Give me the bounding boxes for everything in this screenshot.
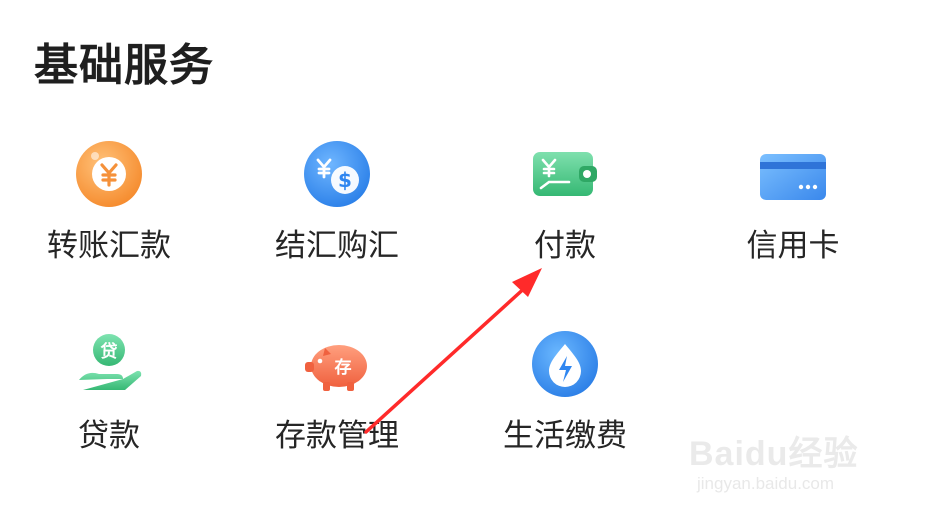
- service-label: 付款: [534, 228, 596, 264]
- service-utilities[interactable]: 生活缴费: [460, 328, 670, 458]
- service-label: 信用卡: [746, 228, 840, 264]
- service-label: 结汇购汇: [275, 228, 399, 264]
- wallet-payment-icon: [533, 152, 597, 196]
- yuan-coin-icon: [76, 141, 142, 207]
- loan-hand-icon: 贷: [79, 334, 142, 390]
- service-label: 贷款: [78, 418, 140, 454]
- service-transfer[interactable]: 转账汇款: [4, 138, 214, 268]
- piggy-symbol: 存: [335, 357, 352, 378]
- watermark-url: jingyan.baidu.com: [697, 474, 835, 493]
- credit-card-icon: [760, 154, 826, 200]
- section-title: 基础服务: [34, 40, 214, 91]
- service-deposit[interactable]: 存 存款管理: [232, 328, 442, 458]
- loan-symbol: 贷: [101, 341, 118, 362]
- svg-text:$: $: [338, 168, 352, 192]
- service-loan[interactable]: 贷 贷款: [4, 328, 214, 458]
- baidu-watermark: Baidu经验 jingyan.baidu.com: [689, 416, 889, 506]
- piggy-bank-icon: 存: [305, 345, 367, 391]
- service-payment[interactable]: 付款: [460, 138, 670, 268]
- currency-exchange-icon: $: [304, 141, 370, 207]
- service-credit-card[interactable]: 信用卡: [688, 138, 898, 268]
- service-label: 生活缴费: [503, 418, 627, 454]
- service-label: 转账汇款: [47, 228, 171, 264]
- utility-bolt-icon: [532, 331, 598, 397]
- watermark-brand: Baidu经验: [689, 435, 859, 473]
- service-label: 存款管理: [275, 418, 399, 454]
- service-exchange[interactable]: $ 结汇购汇: [232, 138, 442, 268]
